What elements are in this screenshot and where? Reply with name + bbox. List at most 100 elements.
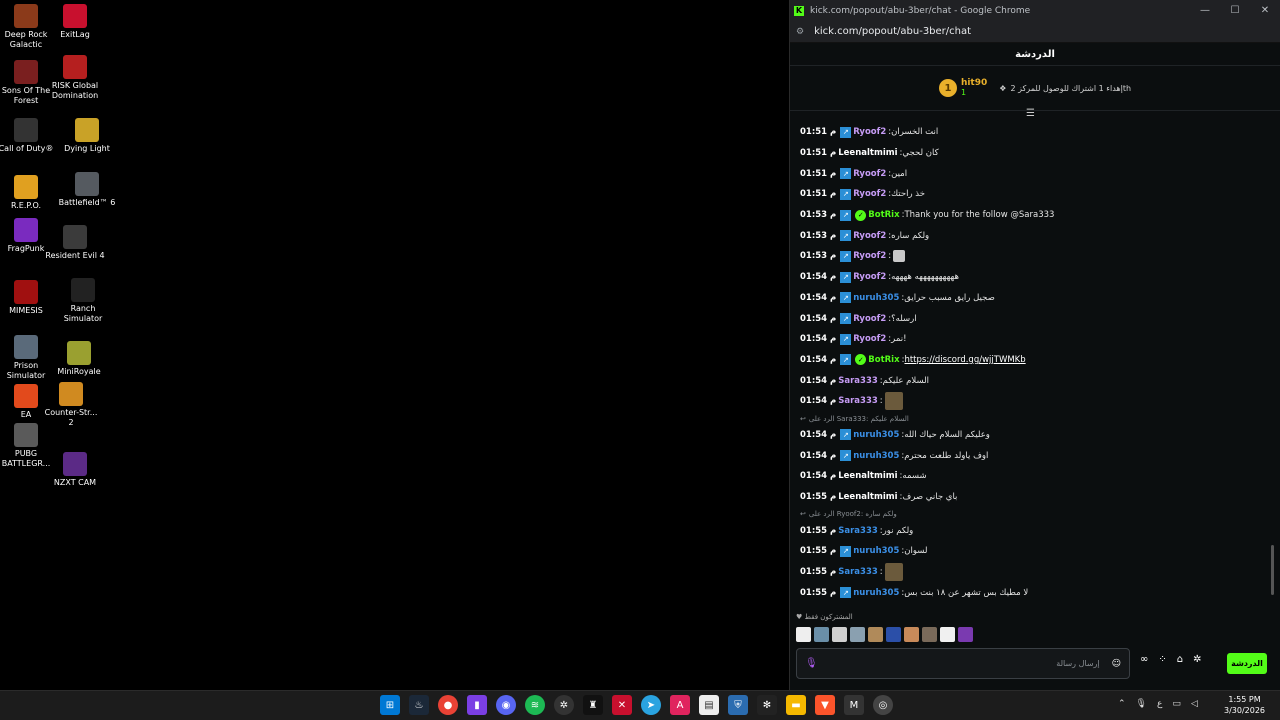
telegram-icon[interactable]: ➤: [641, 695, 661, 715]
message-username[interactable]: Leenaltmimi: [838, 471, 897, 481]
emote-item[interactable]: [868, 626, 883, 642]
emote-item[interactable]: [796, 626, 811, 642]
message-username[interactable]: Ryoof2: [853, 314, 886, 324]
chat-message[interactable]: 01:51 م Leenaltmimi: كان لحجي: [800, 143, 1265, 164]
language-indicator[interactable]: ع: [1157, 699, 1162, 709]
chat-input[interactable]: 🎙 إرسال رسالة ☺: [796, 648, 1130, 679]
emote-item[interactable]: [814, 626, 829, 642]
desktop-icon[interactable]: ExitLag: [45, 4, 105, 40]
emote-item[interactable]: [922, 626, 937, 642]
chat-message[interactable]: 01:54 م ↗ nuruh305: صجيل رايق مسبب حرايق: [800, 288, 1265, 309]
chat-message[interactable]: 01:51 م ↗ Ryoof2: خذ راحتك: [800, 184, 1265, 205]
desktop-icon[interactable]: MIMESIS: [0, 280, 56, 316]
message-username[interactable]: BotRix: [868, 355, 899, 365]
steam-icon[interactable]: ♨: [409, 695, 429, 715]
close-button[interactable]: ✕: [1250, 5, 1280, 16]
maximize-button[interactable]: ☐: [1220, 5, 1250, 16]
settings-icon[interactable]: ✲: [1193, 654, 1201, 665]
chat-message[interactable]: 01:53 م ↗ Ryoof2: ولكم ساره: [800, 225, 1265, 246]
chat-message[interactable]: 01:54 م Sara333:: [800, 391, 1265, 412]
desktop-icon[interactable]: Prison Simulator: [0, 335, 56, 381]
desktop-icon[interactable]: Call of Duty®: [0, 118, 56, 154]
game-app-icon[interactable]: ♜: [583, 695, 603, 715]
desktop-icon[interactable]: Dying Light: [57, 118, 117, 154]
desktop-icon[interactable]: Counter-Str... 2: [41, 382, 101, 428]
desktop-icon[interactable]: Resident Evil 4: [45, 225, 105, 261]
chat-message[interactable]: 01:54 م ↗ Ryoof2: ارسله؟: [800, 308, 1265, 329]
chat-message[interactable]: 01:53 م ↗ Ryoof2:: [800, 246, 1265, 267]
site-settings-icon[interactable]: ⚙: [796, 27, 804, 37]
message-username[interactable]: nuruh305: [853, 546, 899, 556]
message-username[interactable]: Leenaltmimi: [838, 148, 897, 158]
message-username[interactable]: Sara333: [838, 376, 878, 386]
chat-message[interactable]: 01:51 م ↗ Ryoof2: امين: [800, 163, 1265, 184]
desktop-icon[interactable]: RISK Global Domination: [45, 55, 105, 101]
taskbar-clock[interactable]: 1:55 PM 3/30/2026: [1224, 694, 1265, 716]
discord-icon[interactable]: ◉: [496, 695, 516, 715]
emote-image[interactable]: [884, 563, 903, 582]
spotify-icon[interactable]: ≋: [525, 695, 545, 715]
emote-image[interactable]: [893, 250, 906, 263]
emote-item[interactable]: [850, 626, 865, 642]
message-username[interactable]: Leenaltmimi: [838, 492, 897, 502]
volume-icon[interactable]: ◁: [1191, 699, 1198, 709]
emote-item[interactable]: [904, 626, 919, 642]
message-username[interactable]: Sara333: [838, 567, 878, 577]
message-username[interactable]: Ryoof2: [853, 251, 886, 261]
message-username[interactable]: BotRix: [868, 210, 899, 220]
message-username[interactable]: Ryoof2: [853, 189, 886, 199]
emoji-picker-icon[interactable]: ☺: [1112, 659, 1121, 669]
microphone-icon[interactable]: 🎙: [805, 658, 818, 669]
url-text[interactable]: kick.com/popout/abu-3ber/chat: [814, 26, 971, 37]
dots-icon[interactable]: ⁘: [1158, 654, 1166, 665]
app-icon-2[interactable]: M: [844, 695, 864, 715]
infinity-icon[interactable]: ∞: [1140, 654, 1148, 665]
chat-message[interactable]: 01:54 م Sara333: السلام عليكم: [800, 370, 1265, 391]
leaderboard-user[interactable]: hit90 1: [961, 78, 987, 98]
chat-message[interactable]: 01:54 م Leenaltmimi: شسمه: [800, 466, 1265, 487]
message-username[interactable]: Ryoof2: [853, 272, 886, 282]
app-icon[interactable]: ▮: [467, 695, 487, 715]
gift-leaderboard[interactable]: 1 hit90 1 ❖ إهداء 1 اشتراك للوصول للمركز…: [790, 66, 1280, 119]
settings-app-icon[interactable]: ✲: [554, 695, 574, 715]
pinned-collapse-icon[interactable]: ☰: [1026, 108, 1035, 119]
chat-message[interactable]: 01:54 م ↗ Ryoof2: ههههههههههه ههههه: [800, 267, 1265, 288]
reply-context[interactable]: ↩ الرد على Sara333: السلام عليكم: [800, 413, 1265, 425]
chat-message[interactable]: 01:55 م Leenaltmimi: باي جاني صرف: [800, 487, 1265, 508]
chat-message[interactable]: 01:53 م ↗ ✓ BotRix: Thank you for the follo…: [800, 205, 1265, 226]
desktop-icon[interactable]: MiniRoyale: [49, 341, 109, 377]
chat-message[interactable]: 01:54 م ↗ Ryoof2: نمر!: [800, 329, 1265, 350]
emote-item[interactable]: [886, 626, 901, 642]
send-chat-button[interactable]: الدردشة: [1227, 653, 1267, 674]
desktop-icon[interactable]: Ranch Simulator: [53, 278, 113, 324]
folder-icon[interactable]: ▬: [786, 695, 806, 715]
desktop-icon[interactable]: NZXT CAM: [45, 452, 105, 488]
document-icon[interactable]: ▤: [699, 695, 719, 715]
message-username[interactable]: nuruh305: [853, 588, 899, 598]
emote-image[interactable]: [884, 392, 903, 411]
chat-message[interactable]: 01:55 م ↗ nuruh305: لا مطيك بس تشهر عن ١٨ …: [800, 582, 1265, 603]
message-username[interactable]: Sara333: [838, 396, 878, 406]
microphone-tray-icon[interactable]: 🎙: [1136, 699, 1147, 709]
store-icon[interactable]: ⌂: [1177, 654, 1183, 665]
chevron-up-icon[interactable]: ⌃: [1118, 699, 1126, 709]
chat-message[interactable]: 01:54 م ↗ nuruh305: وعليكم السلام حياك الل…: [800, 425, 1265, 446]
chat-message[interactable]: 01:55 م Sara333: ولكم نور: [800, 520, 1265, 541]
start-icon[interactable]: ⊞: [380, 695, 400, 715]
gear-app-icon[interactable]: ✻: [757, 695, 777, 715]
chat-message[interactable]: 01:54 م ↗ nuruh305: اوف ياولد طلعت محترم: [800, 445, 1265, 466]
message-username[interactable]: Ryoof2: [853, 169, 886, 179]
reply-context[interactable]: ↩ الرد على Ryoof2: ولكم ساره: [800, 508, 1265, 520]
message-username[interactable]: Sara333: [838, 526, 878, 536]
emote-item[interactable]: [940, 626, 955, 642]
chat-message[interactable]: 01:55 م ↗ nuruh305: لسوان: [800, 541, 1265, 562]
emote-item[interactable]: [832, 626, 847, 642]
exitlag-icon[interactable]: ✕: [612, 695, 632, 715]
message-username[interactable]: nuruh305: [853, 430, 899, 440]
message-link[interactable]: https://discord.gg/wjjTWMKb: [904, 355, 1025, 365]
message-username[interactable]: Ryoof2: [853, 231, 886, 241]
minimize-button[interactable]: —: [1190, 5, 1220, 16]
chrome-icon[interactable]: ●: [438, 695, 458, 715]
chat-message[interactable]: 01:54 م ↗ ✓ BotRix: https://discord.gg/wjjT…: [800, 350, 1265, 371]
brave-icon[interactable]: ▼: [815, 695, 835, 715]
